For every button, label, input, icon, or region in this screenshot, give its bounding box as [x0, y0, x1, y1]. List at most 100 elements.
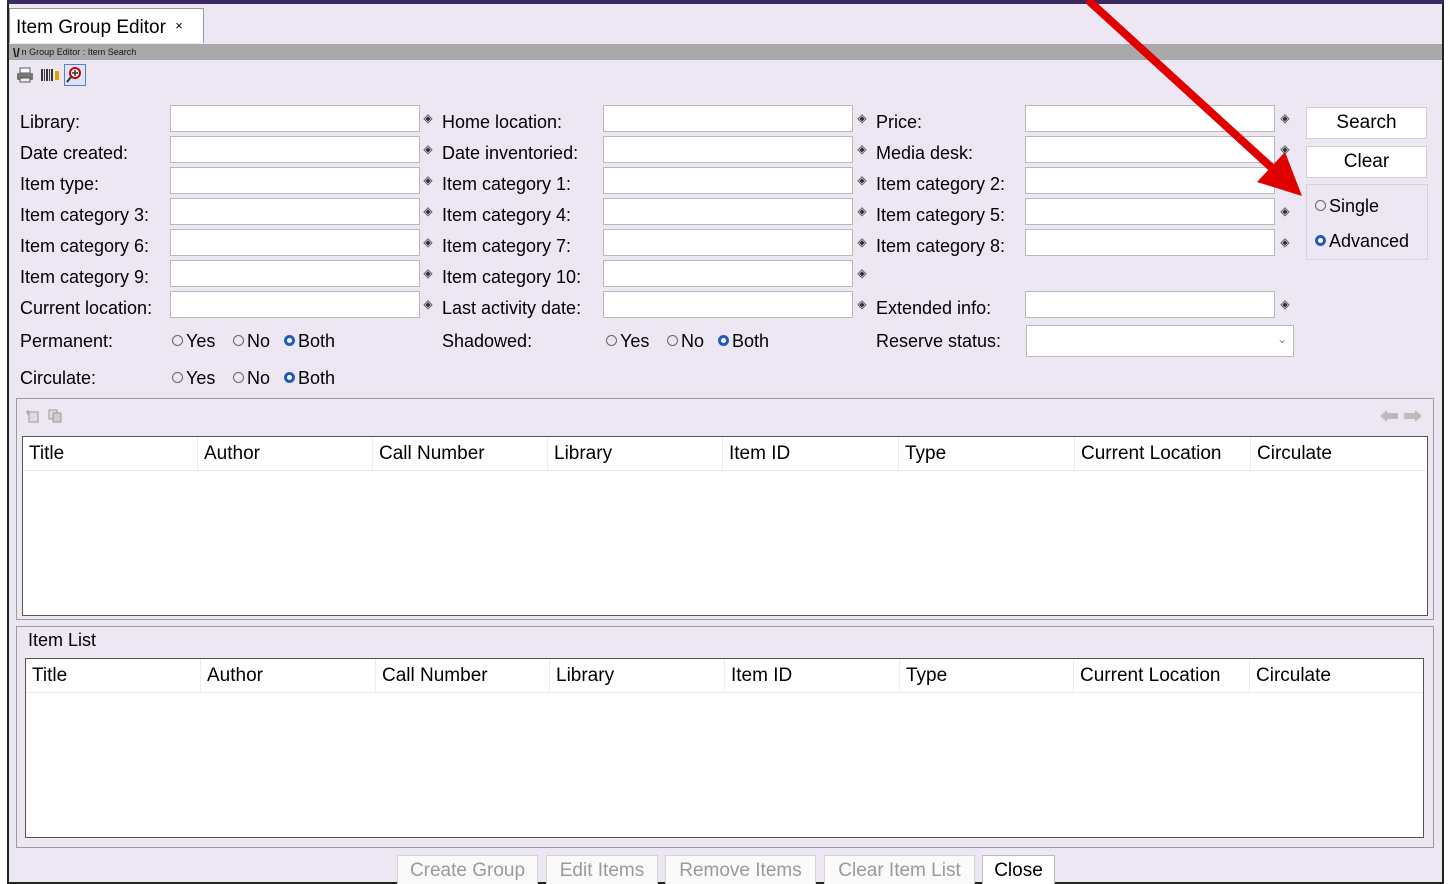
extended-info-input[interactable]: [1025, 291, 1275, 318]
results-col-circulate[interactable]: Circulate: [1251, 437, 1427, 471]
toolbar: [14, 62, 86, 88]
circulate-both-radio[interactable]: Both: [284, 367, 335, 389]
item-category-4-input[interactable]: [603, 198, 853, 225]
item-category-8-spinner-icon[interactable]: ◈: [1278, 229, 1292, 255]
arrow-right-icon[interactable]: [1404, 410, 1422, 422]
create-group-button[interactable]: Create Group: [397, 855, 538, 884]
search-button[interactable]: Search: [1306, 107, 1427, 139]
item-category-4-spinner-icon[interactable]: ◈: [855, 198, 869, 224]
current-location-input[interactable]: [170, 291, 420, 318]
item-list-col-type[interactable]: Type: [900, 659, 1074, 693]
shadowed-label: Shadowed:: [442, 331, 533, 351]
item-category-10-input[interactable]: [603, 260, 853, 287]
home-location-spinner-icon[interactable]: ◈: [855, 105, 869, 131]
clear-item-list-button[interactable]: Clear Item List: [824, 855, 975, 884]
item-list-col-author[interactable]: Author: [201, 659, 376, 693]
item-category-6-spinner-icon[interactable]: ◈: [421, 229, 435, 255]
results-col-call-number[interactable]: Call Number: [373, 437, 548, 471]
circulate-label: Circulate:: [20, 368, 97, 388]
item-search-icon[interactable]: [64, 64, 86, 86]
reserve-status-select[interactable]: ⌄: [1026, 325, 1294, 357]
date-inventoried-spinner-icon[interactable]: ◈: [855, 136, 869, 162]
item-category-7-spinner-icon[interactable]: ◈: [855, 229, 869, 255]
circulate-yes-radio[interactable]: Yes: [172, 367, 215, 389]
price-spinner-icon[interactable]: ◈: [1278, 105, 1292, 131]
last-activity-date-spinner-icon[interactable]: ◈: [855, 291, 869, 317]
permanent-both-radio[interactable]: Both: [284, 330, 335, 352]
library-input[interactable]: [170, 105, 420, 132]
shadowed-both-radio[interactable]: Both: [718, 330, 769, 352]
library-spinner-icon[interactable]: ◈: [421, 105, 435, 131]
shadowed-yes-radio[interactable]: Yes: [606, 330, 649, 352]
shadowed-no-radio[interactable]: No: [667, 330, 704, 352]
item-category-3-spinner-icon[interactable]: ◈: [421, 198, 435, 224]
results-col-title[interactable]: Title: [23, 437, 198, 471]
circulate-no-label: No: [247, 368, 271, 388]
results-col-item-id[interactable]: Item ID: [723, 437, 899, 471]
item-category-2-input[interactable]: [1025, 167, 1275, 194]
date-inventoried-label: Date inventoried:: [442, 143, 579, 163]
item-list-col-library[interactable]: Library: [550, 659, 725, 693]
results-col-type[interactable]: Type: [899, 437, 1075, 471]
remove-items-button[interactable]: Remove Items: [665, 855, 816, 884]
home-location-input[interactable]: [603, 105, 853, 132]
current-location-label: Current location:: [20, 298, 153, 318]
arrow-left-icon[interactable]: [1380, 410, 1398, 422]
tab-close-icon[interactable]: ×: [175, 18, 183, 33]
copy-row-icon[interactable]: [48, 409, 62, 423]
date-created-input[interactable]: [170, 136, 420, 163]
radio-circle-icon: [233, 372, 244, 383]
results-col-library[interactable]: Library: [548, 437, 723, 471]
item-category-10-spinner-icon[interactable]: ◈: [855, 260, 869, 286]
item-list-col-call-number[interactable]: Call Number: [376, 659, 550, 693]
item-list-table[interactable]: Title Author Call Number Library Item ID…: [25, 658, 1424, 838]
extended-info-spinner-icon[interactable]: ◈: [1278, 291, 1292, 317]
results-col-author[interactable]: Author: [198, 437, 373, 471]
edit-items-button[interactable]: Edit Items: [546, 855, 658, 884]
media-desk-input[interactable]: [1025, 136, 1275, 163]
tab-item-group-editor[interactable]: Item Group Editor ×: [9, 8, 204, 43]
results-col-current-location[interactable]: Current Location: [1075, 437, 1251, 471]
item-list-col-circulate[interactable]: Circulate: [1250, 659, 1423, 693]
close-button[interactable]: Close: [982, 855, 1055, 884]
item-list-col-current-location[interactable]: Current Location: [1074, 659, 1250, 693]
item-category-1-spinner-icon[interactable]: ◈: [855, 167, 869, 193]
permanent-yes-label: Yes: [186, 331, 216, 351]
item-list-col-item-id[interactable]: Item ID: [725, 659, 900, 693]
item-category-5-label: Item category 5:: [876, 205, 1006, 225]
item-category-5-spinner-icon[interactable]: ◈: [1278, 198, 1292, 224]
item-category-2-spinner-icon[interactable]: ◈: [1278, 167, 1292, 193]
advanced-mode-radio[interactable]: Advanced: [1315, 230, 1409, 252]
circulate-no-radio[interactable]: No: [233, 367, 270, 389]
chevron-down-icon: ⌄: [1276, 332, 1287, 346]
add-row-icon[interactable]: [26, 409, 40, 423]
media-desk-spinner-icon[interactable]: ◈: [1278, 136, 1292, 162]
item-category-3-input[interactable]: [170, 198, 420, 225]
barcode-icon[interactable]: [39, 64, 61, 86]
advanced-mode-label: Advanced: [1329, 231, 1410, 251]
printer-icon[interactable]: [14, 64, 36, 86]
item-type-input[interactable]: [170, 167, 420, 194]
date-inventoried-input[interactable]: [603, 136, 853, 163]
item-category-9-input[interactable]: [170, 260, 420, 287]
item-list-col-title[interactable]: Title: [26, 659, 201, 693]
item-category-8-input[interactable]: [1025, 229, 1275, 256]
date-created-spinner-icon[interactable]: ◈: [421, 136, 435, 162]
single-mode-radio[interactable]: Single: [1315, 195, 1379, 217]
breadcrumb-text: n Group Editor : Item Search: [21, 47, 137, 57]
permanent-yes-radio[interactable]: Yes: [172, 330, 215, 352]
item-category-9-spinner-icon[interactable]: ◈: [421, 260, 435, 286]
item-category-7-input[interactable]: [603, 229, 853, 256]
item-category-6-input[interactable]: [170, 229, 420, 256]
item-category-1-input[interactable]: [603, 167, 853, 194]
item-type-spinner-icon[interactable]: ◈: [421, 167, 435, 193]
results-table[interactable]: Title Author Call Number Library Item ID…: [22, 436, 1428, 616]
tab-title: Item Group Editor: [16, 17, 166, 38]
window-top-border: [7, 0, 1444, 4]
clear-button[interactable]: Clear: [1306, 146, 1427, 178]
last-activity-date-input[interactable]: [603, 291, 853, 318]
current-location-spinner-icon[interactable]: ◈: [421, 291, 435, 317]
permanent-no-radio[interactable]: No: [233, 330, 270, 352]
price-input[interactable]: [1025, 105, 1275, 132]
item-category-5-input[interactable]: [1025, 198, 1275, 225]
